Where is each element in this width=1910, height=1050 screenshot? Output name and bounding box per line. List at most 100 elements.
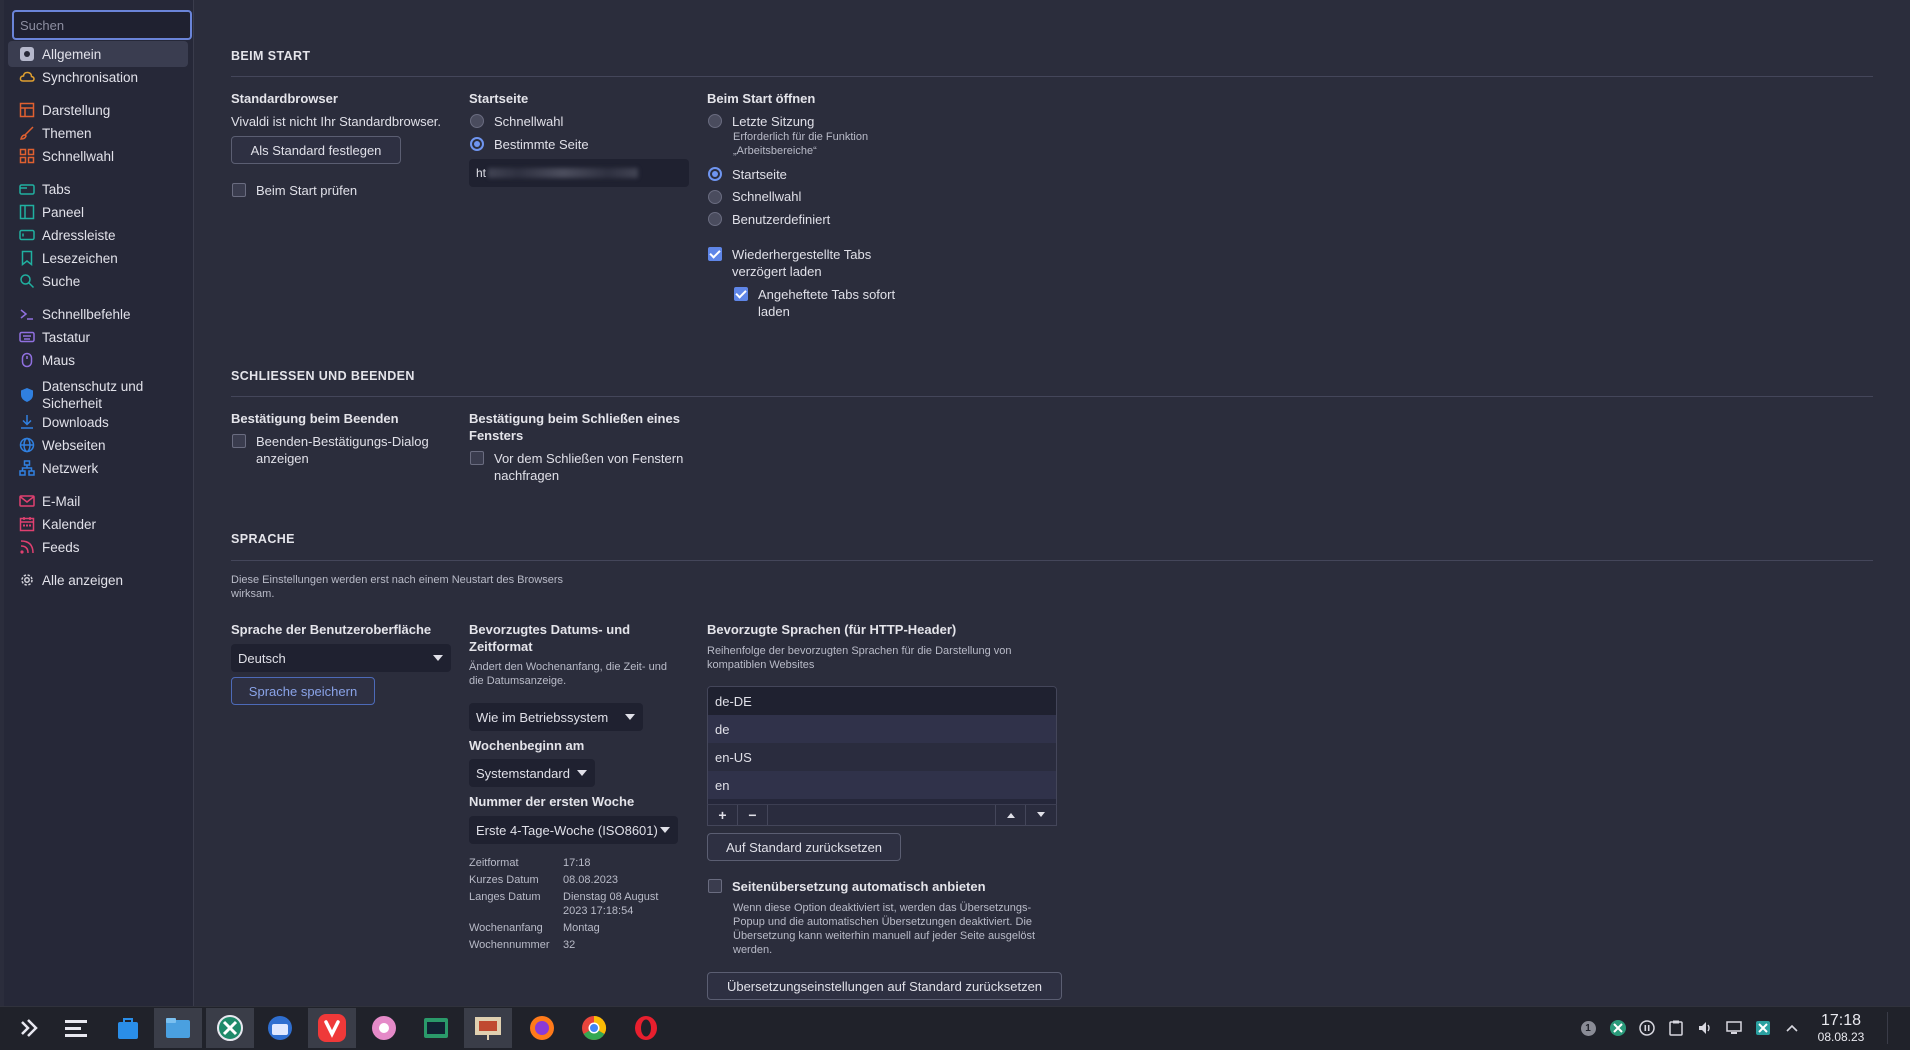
translate-note-2: Popup und die automatischen Übersetzunge… bbox=[733, 916, 1033, 928]
date-format-note: Ändert den Wochenanfang, die Zeit- und bbox=[469, 661, 667, 673]
startseite-schnellwahl-radio[interactable] bbox=[470, 114, 484, 128]
startseite-url-input[interactable]: ht bbox=[469, 159, 689, 187]
startseite-bestimmte-radio[interactable] bbox=[470, 137, 484, 151]
save-language-button[interactable]: Sprache speichern bbox=[231, 677, 375, 705]
week-start-select[interactable]: Systemstandard bbox=[469, 759, 595, 787]
sidebar-item-synchronisation[interactable]: Synchronisation bbox=[8, 64, 188, 90]
url-text: ht bbox=[476, 166, 487, 180]
first-week-select[interactable]: Erste 4-Tage-Woche (ISO8601) bbox=[469, 816, 678, 844]
vivaldi-taskbar-button[interactable] bbox=[308, 1008, 356, 1048]
week-start-heading: Wochenbeginn am bbox=[469, 738, 585, 753]
language-row[interactable]: de-DE bbox=[708, 687, 1056, 715]
sidebar-item-label: Alle anzeigen bbox=[42, 572, 124, 588]
volume-icon[interactable] bbox=[1695, 1018, 1715, 1038]
gear-icon bbox=[18, 571, 36, 589]
arrow-up-icon bbox=[1006, 813, 1015, 818]
beenden-heading: Bestätigung beim Beenden bbox=[231, 411, 399, 426]
notification-count-icon[interactable]: 1 bbox=[1578, 1018, 1598, 1038]
remove-language-button[interactable]: − bbox=[738, 805, 768, 825]
fenster-checkbox[interactable] bbox=[470, 451, 484, 465]
sidebar-item-label: Datenschutz und Sicherheit bbox=[42, 379, 144, 411]
sidebar-item-label: Darstellung bbox=[42, 102, 111, 118]
language-row[interactable]: en-US bbox=[708, 743, 1056, 771]
beim-start-oeffnen-heading: Beim Start öffnen bbox=[707, 91, 816, 106]
fenster-label-2: nachfragen bbox=[494, 468, 560, 483]
store-taskbar-button[interactable] bbox=[104, 1008, 152, 1048]
url-redacted bbox=[488, 168, 639, 178]
sidebar-item-feeds[interactable]: Feeds bbox=[8, 534, 188, 560]
section-title-schliessen: SCHLIESSEN UND BEENDEN bbox=[231, 369, 415, 383]
arrow-down-icon bbox=[1037, 812, 1045, 817]
beenden-checkbox[interactable] bbox=[232, 434, 246, 448]
sidebar-item-suche[interactable]: Suche bbox=[8, 268, 188, 294]
chrome-taskbar-button[interactable] bbox=[570, 1008, 618, 1048]
toolbar-spacer bbox=[768, 805, 996, 825]
pinned-tabs-label-2: laden bbox=[758, 304, 790, 319]
pinned-tabs-checkbox[interactable] bbox=[734, 287, 748, 301]
pause-icon[interactable] bbox=[1637, 1018, 1657, 1038]
restored-tabs-label: Wiederhergestellte Tabs bbox=[732, 247, 872, 262]
brush-icon bbox=[18, 124, 36, 142]
http-languages-note-2: kompatiblen Websites bbox=[707, 659, 815, 671]
preview-key: Kurzes Datum bbox=[469, 874, 539, 886]
check-on-start-checkbox[interactable] bbox=[232, 183, 246, 197]
app-tray-icon[interactable] bbox=[1753, 1018, 1773, 1038]
app-taskbar-button[interactable] bbox=[360, 1008, 408, 1048]
preview-value: Montag bbox=[563, 922, 600, 934]
thunderbird-taskbar-button[interactable] bbox=[256, 1008, 304, 1048]
file-manager-taskbar-button[interactable] bbox=[154, 1008, 202, 1048]
clock[interactable]: 17:18 08.08.23 bbox=[1806, 1012, 1876, 1044]
opera-taskbar-button[interactable] bbox=[622, 1008, 670, 1048]
preview-value: 08.08.2023 bbox=[563, 874, 619, 886]
language-row[interactable]: en bbox=[708, 771, 1056, 799]
sidebar-item-label: Lesezeichen bbox=[42, 250, 118, 266]
language-row[interactable]: de bbox=[708, 715, 1056, 743]
xmind-taskbar-button[interactable] bbox=[206, 1008, 254, 1048]
terminal-taskbar-button[interactable] bbox=[412, 1008, 460, 1048]
sidebar-item-alle-anzeigen[interactable]: Alle anzeigen bbox=[8, 567, 188, 593]
search-input[interactable] bbox=[12, 10, 192, 40]
switcher-taskbar-button[interactable] bbox=[52, 1008, 100, 1048]
show-desktop-divider[interactable] bbox=[1887, 1012, 1888, 1044]
move-down-button[interactable] bbox=[1026, 805, 1056, 825]
notification-badge: 1 bbox=[1580, 1020, 1596, 1036]
letzte-sitzung-note: Erforderlich für die Funktion bbox=[733, 131, 869, 143]
sidebar-item-netzwerk[interactable]: Netzwerk bbox=[8, 455, 188, 481]
globe-icon bbox=[18, 436, 36, 454]
http-languages-heading: Bevorzugte Sprachen (für HTTP-Header) bbox=[707, 622, 957, 637]
sprache-note-2: wirksam. bbox=[231, 588, 275, 600]
set-default-button[interactable]: Als Standard festlegen bbox=[231, 136, 401, 164]
xmind-tray-icon[interactable] bbox=[1608, 1018, 1628, 1038]
panel-icon bbox=[18, 203, 36, 221]
reset-translation-button[interactable]: Übersetzungseinstellungen auf Standard z… bbox=[707, 972, 1062, 1000]
presentation-taskbar-button[interactable] bbox=[464, 1008, 512, 1048]
oeffnen-schnellwahl-radio[interactable] bbox=[708, 190, 722, 204]
terminal-icon bbox=[422, 1016, 450, 1040]
sidebar-item-maus[interactable]: Maus bbox=[8, 347, 188, 373]
clipboard-icon[interactable] bbox=[1666, 1018, 1686, 1038]
translate-checkbox[interactable] bbox=[708, 879, 722, 893]
oeffnen-startseite-label: Startseite bbox=[732, 167, 787, 182]
letzte-sitzung-radio[interactable] bbox=[708, 114, 722, 128]
restored-tabs-checkbox[interactable] bbox=[708, 247, 722, 261]
date-format-select[interactable]: Wie im Betriebssystem bbox=[469, 703, 643, 731]
benutzerdefiniert-radio[interactable] bbox=[708, 212, 722, 226]
firefox-taskbar-button[interactable] bbox=[518, 1008, 566, 1048]
sidebar-item-label: Themen bbox=[42, 125, 92, 141]
chevron-up-icon[interactable] bbox=[1782, 1018, 1802, 1038]
preview-key: Zeitformat bbox=[469, 857, 519, 869]
layout-icon bbox=[18, 101, 36, 119]
oeffnen-startseite-radio[interactable] bbox=[708, 167, 722, 181]
section-title-beim-start: BEIM START bbox=[231, 49, 311, 63]
display-icon[interactable] bbox=[1724, 1018, 1744, 1038]
add-language-button[interactable]: + bbox=[708, 805, 738, 825]
vivaldi-icon bbox=[317, 1013, 347, 1043]
reset-languages-button[interactable]: Auf Standard zurücksetzen bbox=[707, 833, 901, 861]
move-up-button[interactable] bbox=[996, 805, 1026, 825]
divider bbox=[231, 396, 1873, 397]
date-format-heading-2: Zeitformat bbox=[469, 639, 533, 654]
launcher-taskbar-button[interactable] bbox=[4, 1008, 52, 1048]
ui-language-select[interactable]: Deutsch bbox=[231, 644, 451, 672]
preview-key: Langes Datum bbox=[469, 891, 541, 903]
sidebar-item-schnellwahl[interactable]: Schnellwahl bbox=[8, 143, 188, 169]
